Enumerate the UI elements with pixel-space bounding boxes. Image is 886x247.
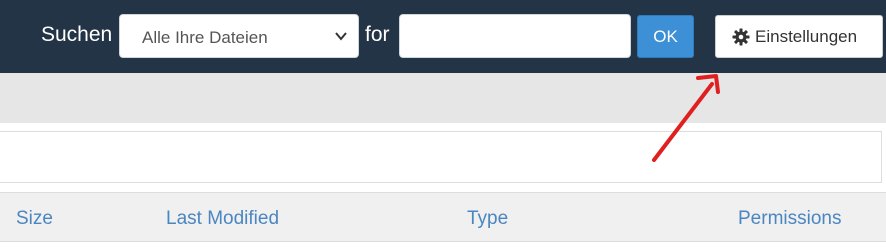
search-scope-value: Alle Ihre Dateien bbox=[142, 28, 268, 47]
content-panel bbox=[0, 131, 882, 183]
column-header-type[interactable]: Type bbox=[467, 208, 508, 230]
column-header-last-modified[interactable]: Last Modified bbox=[166, 208, 279, 230]
settings-button-label: Einstellungen bbox=[755, 27, 858, 46]
file-table-header: Size Last Modified Type Permissions bbox=[0, 192, 886, 242]
top-toolbar: Suchen Alle Ihre Dateien for OK Einstell… bbox=[0, 0, 886, 73]
ok-button[interactable]: OK bbox=[637, 15, 694, 58]
settings-button[interactable]: Einstellungen bbox=[715, 15, 883, 58]
search-input[interactable] bbox=[399, 14, 631, 58]
action-bar bbox=[0, 73, 886, 123]
search-scope-select[interactable]: Alle Ihre Dateien bbox=[119, 14, 359, 58]
for-label: for bbox=[365, 23, 390, 46]
gear-icon bbox=[732, 28, 750, 46]
search-label: Suchen bbox=[41, 23, 113, 46]
column-header-size[interactable]: Size bbox=[16, 208, 53, 230]
column-header-permissions[interactable]: Permissions bbox=[738, 208, 841, 230]
chevron-down-icon bbox=[335, 32, 347, 41]
